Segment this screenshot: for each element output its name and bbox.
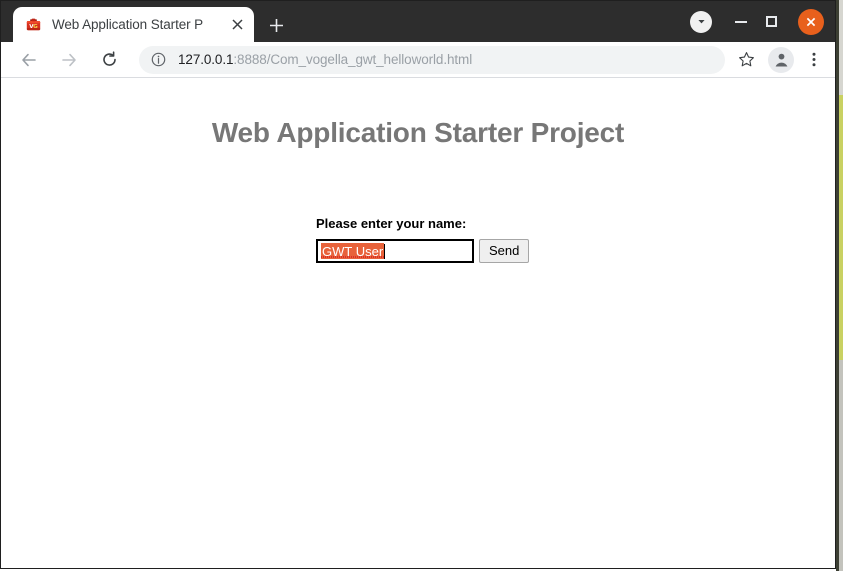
background-window-green-panel — [839, 95, 843, 360]
forward-button[interactable] — [54, 45, 84, 75]
chrome-menu-icon[interactable] — [801, 45, 827, 75]
background-window-top-strip — [839, 0, 843, 95]
address-bar-url: 127.0.0.1:8888/Com_vogella_gwt_helloworl… — [178, 52, 472, 67]
address-bar-path: :8888/Com_vogella_gwt_helloworld.html — [233, 52, 473, 67]
address-bar-host: 127.0.0.1 — [178, 52, 234, 67]
download-indicator-icon[interactable] — [690, 10, 712, 33]
window-minimize-button[interactable] — [726, 7, 756, 37]
spellcheck-underline — [321, 256, 384, 258]
window-controls — [682, 1, 835, 42]
window-maximize-button[interactable] — [756, 7, 786, 37]
bookmark-star-icon[interactable] — [731, 45, 761, 75]
browser-tab-title: Web Application Starter P — [52, 17, 204, 32]
browser-tab-active[interactable]: V G Web Application Starter P — [13, 7, 254, 42]
back-button[interactable] — [14, 45, 44, 75]
input-row: GWT User Send — [316, 239, 530, 263]
page-info-icon[interactable] — [149, 51, 167, 69]
text-caret — [384, 244, 385, 259]
background-window-dark-edge — [836, 0, 839, 571]
profile-avatar[interactable] — [768, 46, 794, 73]
tab-strip: V G Web Application Starter P — [1, 1, 835, 42]
maximize-icon — [765, 16, 777, 27]
tab-close-icon[interactable] — [226, 14, 248, 36]
reload-button[interactable] — [94, 45, 124, 75]
address-bar[interactable]: 127.0.0.1:8888/Com_vogella_gwt_helloworl… — [139, 45, 725, 74]
window-close-button[interactable] — [798, 8, 824, 35]
browser-window: V G Web Application Starter P 127.0.0.1:… — [0, 0, 836, 569]
background-window-bottom-strip — [839, 360, 843, 571]
name-input[interactable]: GWT User — [316, 239, 474, 263]
page-viewport: Web Application Starter Project Please e… — [1, 78, 835, 568]
new-tab-icon[interactable] — [262, 11, 290, 39]
browser-toolbar: 127.0.0.1:8888/Com_vogella_gwt_helloworl… — [1, 42, 835, 78]
name-field-label: Please enter your name: — [316, 216, 467, 231]
gwt-toolbox-favicon: V G — [25, 16, 42, 33]
minimize-icon — [735, 20, 747, 23]
page-title: Web Application Starter Project — [211, 117, 625, 148]
name-entry-form: Please enter your name: GWT User Send — [316, 216, 530, 263]
send-button[interactable]: Send — [479, 239, 530, 263]
